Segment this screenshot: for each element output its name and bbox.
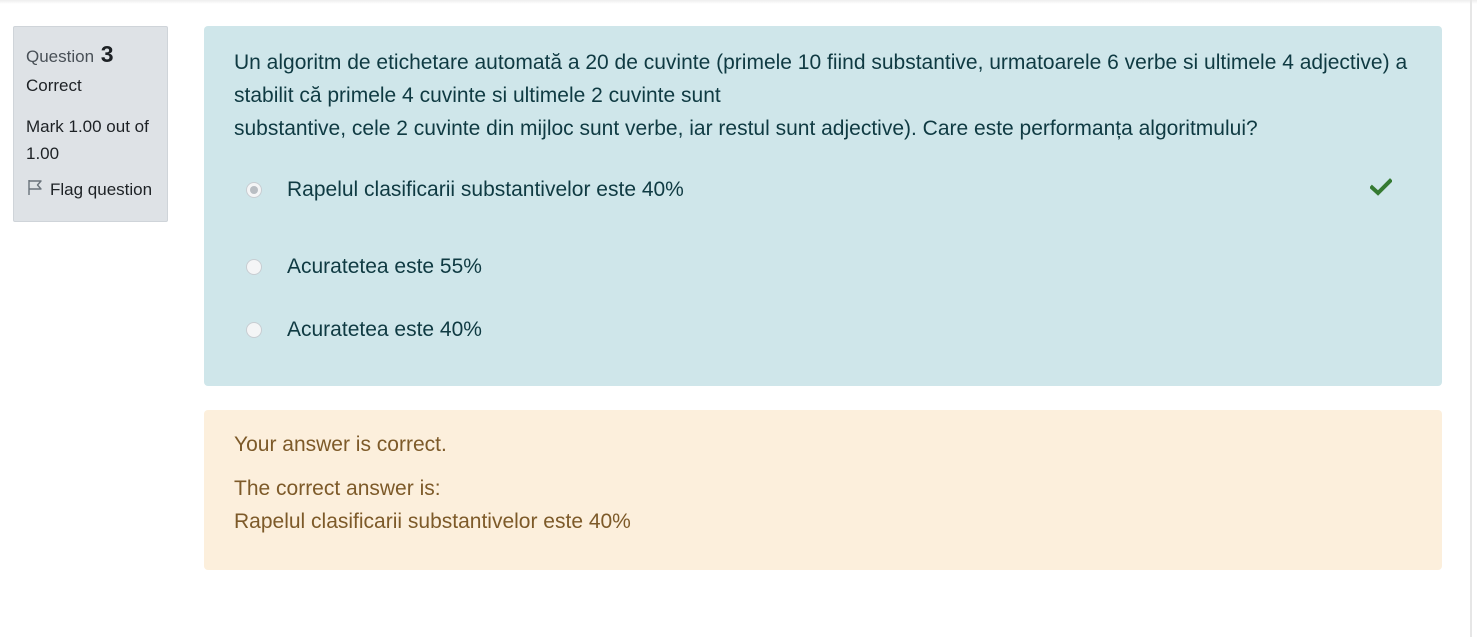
question-grade: Mark 1.00 out of 1.00 [26, 117, 149, 163]
answer-label: Acuratetea este 40% [287, 317, 482, 341]
answer-label: Acuratetea este 55% [287, 254, 482, 278]
flag-question-label: Flag question [50, 180, 153, 199]
answer-option[interactable]: Acuratetea este 40% [234, 298, 1412, 361]
answer-option[interactable]: Rapelul clasificarii substantivelor este… [234, 172, 1412, 207]
general-feedback: Your answer is correct. [234, 433, 447, 456]
flag-question-link[interactable]: Flag question [26, 178, 155, 202]
feedback-panel: Your answer is correct. The correct answ… [204, 410, 1442, 570]
question-text: Un algoritm de etichetare automată a 20 … [234, 46, 1412, 145]
answer-label: Rapelul clasificarii substantivelor este… [287, 177, 684, 201]
answer-option[interactable]: Acuratetea este 55% [234, 235, 1412, 298]
question-formulation: Un algoritm de etichetare automată a 20 … [204, 26, 1442, 386]
question-number-heading: Question 3 [26, 39, 155, 69]
answer-radio[interactable] [246, 181, 262, 198]
answer-radio[interactable] [246, 321, 262, 338]
flag-icon [26, 178, 50, 202]
right-answer-value: Rapelul clasificarii substantivelor este… [234, 510, 631, 533]
top-divider [0, 0, 1477, 4]
right-answer-label: The correct answer is: [234, 477, 441, 500]
answer-list: Rapelul clasificarii substantivelor este… [234, 172, 1412, 361]
answer-radio[interactable] [246, 258, 262, 275]
right-divider [1470, 0, 1472, 637]
question-state: Correct [26, 76, 82, 95]
question-text-line-2: substantive, cele 2 cuvinte din mijloc s… [234, 117, 1258, 140]
question-info-panel: Question 3 Correct Mark 1.00 out of 1.00… [13, 26, 168, 222]
check-icon [1369, 178, 1393, 202]
question-text-line-1: Un algoritm de etichetare automată a 20 … [234, 51, 1408, 107]
question-number: 3 [100, 41, 114, 67]
question-label: Question [26, 47, 95, 66]
